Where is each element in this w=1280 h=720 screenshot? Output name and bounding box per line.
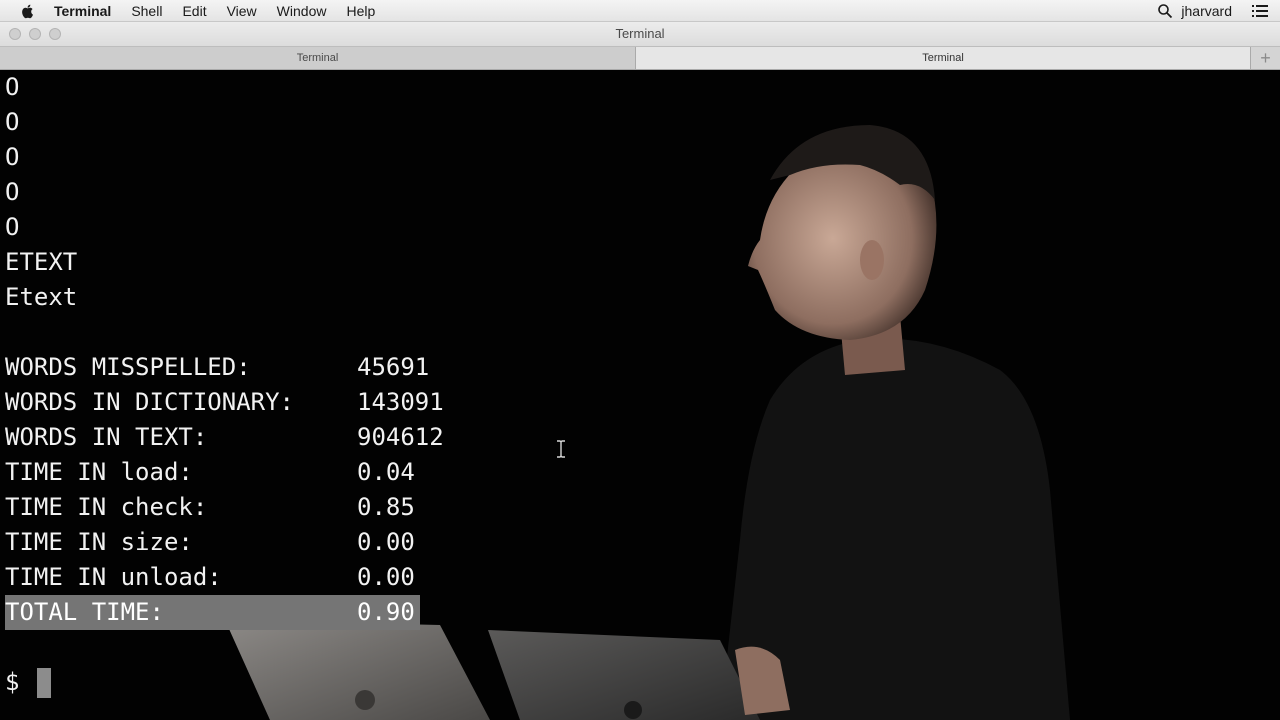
tab-terminal-1[interactable]: Terminal <box>0 47 636 69</box>
shell-prompt[interactable]: $ <box>5 665 52 700</box>
stat-value: 904612 <box>357 423 444 451</box>
stat-value: 0.04 <box>357 458 415 486</box>
tab-terminal-2[interactable]: Terminal <box>636 47 1250 69</box>
stat-value: 0.85 <box>357 493 415 521</box>
menu-window[interactable]: Window <box>277 3 327 19</box>
ibeam-cursor-icon <box>557 440 565 458</box>
apple-icon[interactable] <box>20 3 36 19</box>
stat-label: TIME IN load: <box>5 458 193 486</box>
menu-edit[interactable]: Edit <box>182 3 206 19</box>
output-line: O <box>5 213 20 241</box>
stat-row-words-in-text: WORDS IN TEXT: 904612 <box>5 420 444 455</box>
stat-value: 0.00 <box>357 528 415 556</box>
user-account-name[interactable]: jharvard <box>1181 3 1232 19</box>
stat-row-time-in-size: TIME IN size: 0.00 <box>5 525 420 560</box>
terminal-output: O O O O O ETEXT Etext WORDS MISSPELLED: … <box>5 70 444 630</box>
menubar-status-area: jharvard <box>1157 0 1280 22</box>
tab-bar: Terminal Terminal + <box>0 46 1280 70</box>
output-line: O <box>5 73 20 101</box>
stat-label: TIME IN size: <box>5 528 193 556</box>
menu-shell[interactable]: Shell <box>131 3 162 19</box>
stat-label: TIME IN check: <box>5 493 208 521</box>
notification-center-icon[interactable] <box>1252 4 1268 18</box>
stat-label: TOTAL TIME: <box>5 598 164 626</box>
output-line: Etext <box>5 283 78 311</box>
window-title: Terminal <box>615 26 665 41</box>
window-title-bar[interactable]: Terminal <box>0 22 1280 46</box>
stat-row-time-in-check: TIME IN check: 0.85 <box>5 490 420 525</box>
menu-view[interactable]: View <box>227 3 257 19</box>
prompt-symbol: $ <box>5 668 20 696</box>
stat-row-total-time-selected[interactable]: TOTAL TIME: 0.90 <box>5 595 420 630</box>
spotlight-search-icon[interactable] <box>1157 3 1173 19</box>
menu-help[interactable]: Help <box>346 3 375 19</box>
new-tab-button[interactable]: + <box>1250 47 1280 69</box>
stat-label: WORDS IN DICTIONARY: <box>5 388 294 416</box>
stat-label: WORDS MISSPELLED: <box>5 353 251 381</box>
stat-label: TIME IN unload: <box>5 563 222 591</box>
text-cursor <box>37 667 52 698</box>
stat-value: 0.00 <box>357 563 415 591</box>
stat-value: 0.90 <box>357 598 415 626</box>
stat-row-time-in-load: TIME IN load: 0.04 <box>5 455 420 490</box>
menu-bar: Terminal Shell Edit View Window Help jha… <box>0 0 1280 22</box>
output-line: O <box>5 143 20 171</box>
stat-row-words-misspelled: WORDS MISSPELLED: 45691 <box>5 350 429 385</box>
stat-row-time-in-unload: TIME IN unload: 0.00 <box>5 560 420 595</box>
stat-value: 143091 <box>357 388 444 416</box>
stat-row-words-in-dictionary: WORDS IN DICTIONARY: 143091 <box>5 385 444 420</box>
output-line: ETEXT <box>5 248 78 276</box>
terminal-view[interactable]: O O O O O ETEXT Etext WORDS MISSPELLED: … <box>0 70 1280 720</box>
output-line: O <box>5 178 20 206</box>
stat-value: 45691 <box>357 353 430 381</box>
stat-label: WORDS IN TEXT: <box>5 423 208 451</box>
output-line: O <box>5 108 20 136</box>
menu-terminal[interactable]: Terminal <box>54 3 111 19</box>
